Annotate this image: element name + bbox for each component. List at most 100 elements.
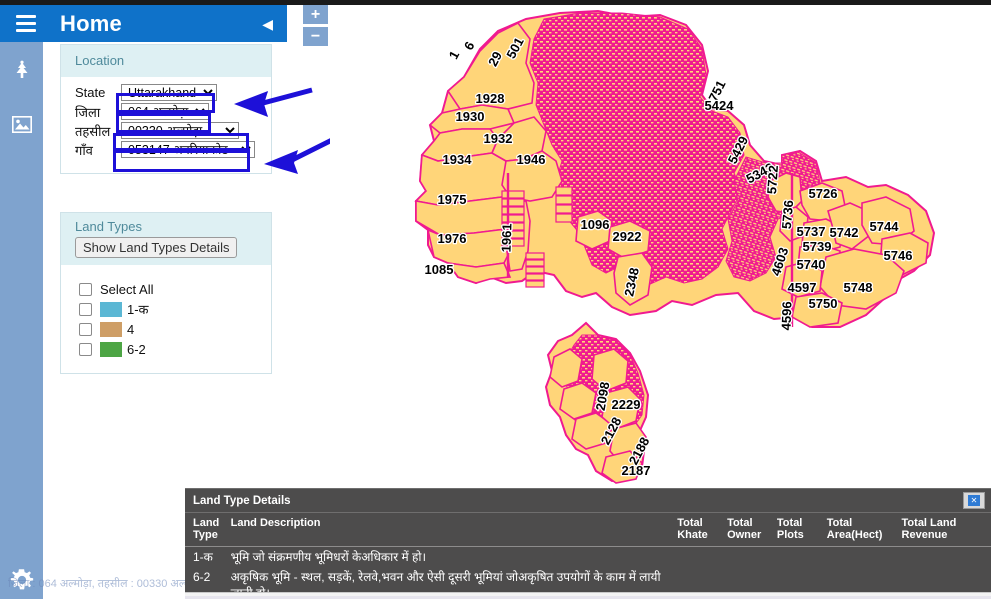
map-zoom-controls: + − <box>303 5 328 49</box>
land-types-panel-title: Land Types <box>75 219 142 234</box>
map-parcel-label: 2187 <box>622 463 651 478</box>
map-parcel-label: 5748 <box>844 280 873 295</box>
village-select[interactable]: 053147 अनरियाकोट <box>121 141 255 158</box>
map-parcel-label: 1 <box>446 48 463 61</box>
select-all-checkbox[interactable] <box>79 282 92 296</box>
map-parcel-label: 5737 <box>797 224 826 239</box>
map-parcel-label: 4597 <box>788 280 817 295</box>
map-parcel-label: 1930 <box>456 109 485 124</box>
map-parcel-label: 1961 <box>499 223 515 252</box>
table-row: 1-क भूमि जो संक्रमणीय भूमिधरों केअधिकार … <box>185 547 991 568</box>
col-land-type: Land Type <box>185 513 229 547</box>
map-parcel-label: 1085 <box>425 262 454 277</box>
district-select[interactable]: 064 अल्मोड़ा <box>121 103 209 120</box>
map-parcel-label: 4596 <box>779 301 795 330</box>
map-parcel-label: 5742 <box>830 225 859 240</box>
location-panel-title: Location <box>75 53 125 68</box>
cell-total-plots <box>775 547 825 568</box>
land-type-details-header: Land Type Details ✕ <box>185 489 991 513</box>
zoom-in-button[interactable]: + <box>303 5 328 24</box>
map-parcel-label: 1928 <box>476 91 505 106</box>
hamburger-icon[interactable] <box>8 15 44 32</box>
land-type-details-title: Land Type Details <box>193 494 291 507</box>
legend-swatch-4 <box>100 321 122 337</box>
tehsil-row: तहसील 00330 अल्मोड़ा <box>61 121 271 140</box>
chevron-left-icon[interactable]: ◀ <box>262 17 273 31</box>
legend-checkbox-1ka[interactable] <box>79 302 92 316</box>
map-parcel-label: 5424 <box>705 98 735 113</box>
cell-total-owner <box>725 547 775 568</box>
map-parcel-label: 5726 <box>809 186 838 201</box>
image-icon[interactable] <box>0 104 43 144</box>
zoom-out-button[interactable]: − <box>303 27 328 46</box>
tree-icon[interactable] <box>0 50 43 90</box>
land-types-legend-list: Select All 1-क 4 6-2 <box>61 265 271 373</box>
legend-swatch-62 <box>100 341 122 357</box>
land-type-details-table: Land Type Land Description Total Khate T… <box>185 513 991 599</box>
land-types-panel: Land Types Show Land Types Details Selec… <box>60 212 272 374</box>
map-svg: 16295011928193019321934 19461975196119761… <box>414 9 936 484</box>
legend-label-1ka: 1-क <box>127 302 149 317</box>
cell-total-area <box>825 547 900 568</box>
application-window: Home ◀ + − जिला: 064 अल्मोड़ा, तहसील: … <box>0 0 991 599</box>
col-total-land-revenue: Total Land Revenue <box>899 513 991 547</box>
map-parcel-label: 5722 <box>764 165 781 195</box>
map-parcel-label: 5750 <box>809 296 838 311</box>
district-label: जिला <box>75 104 101 120</box>
show-land-types-details-button[interactable]: Show Land Types Details <box>75 237 238 258</box>
legend-checkbox-62[interactable] <box>79 342 92 356</box>
map-parcel-label: 1976 <box>438 231 467 246</box>
state-row: State Uttarakhand <box>61 83 271 102</box>
map-parcel-label: 1975 <box>438 192 467 207</box>
map-parcel-label: 1946 <box>517 152 546 167</box>
legend-label-4: 4 <box>127 321 135 337</box>
cadastral-map[interactable]: 1 6 29 501 1928 1930 1932 1934 1946 1975 1961 1976 1… <box>330 5 991 494</box>
location-panel-header: Location <box>61 45 271 77</box>
map-parcel-label: 5740 <box>797 257 826 272</box>
page-title: Home <box>60 10 122 36</box>
map-parcel-label: 5736 <box>779 200 796 230</box>
table-header-row: Land Type Land Description Total Khate T… <box>185 513 991 547</box>
legend-item-62[interactable]: 6-2 <box>79 339 271 359</box>
map-parcel-label: 1096 <box>581 217 610 232</box>
col-total-plots: Total Plots <box>774 513 825 547</box>
map-parcel-label: 1932 <box>484 131 513 146</box>
land-types-panel-header: Land Types Show Land Types Details <box>61 213 271 265</box>
col-total-area: Total Area(Hect) <box>824 513 900 547</box>
col-total-khate: Total Khate <box>675 513 726 547</box>
status-ghost-text: जिला : 064 अल्मोड़ा, तहसील : 00330 अल्मो <box>8 578 194 590</box>
select-all-label: Select All <box>100 281 154 297</box>
left-icon-rail: जिला : 064 अल्मोड़ा, तहसील : 00330 अल्मो <box>0 42 193 599</box>
map-parcel-label: 2229 <box>612 397 641 412</box>
location-panel: Location State Uttarakhand जिला 064 अल्म… <box>60 44 272 174</box>
legend-label-62: 6-2 <box>127 341 146 357</box>
col-total-owner: Total Owner <box>725 513 775 547</box>
cell-total-land-revenue <box>900 547 991 568</box>
village-row: गाँव 053147 अनरियाकोट <box>61 140 271 159</box>
state-label: State <box>75 85 106 100</box>
legend-item-1ka[interactable]: 1-क <box>79 299 271 319</box>
location-panel-body: State Uttarakhand जिला 064 अल्मोड़ा तहसी… <box>61 77 271 173</box>
cell-land-description: भूमि जो संक्रमणीय भूमिधरों केअधिकार में … <box>230 550 427 564</box>
legend-item-select-all[interactable]: Select All <box>79 279 271 299</box>
map-parcel-label: 5739 <box>803 239 832 254</box>
map-parcel-label: 5744 <box>870 219 900 234</box>
legend-checkbox-4[interactable] <box>79 322 92 336</box>
land-type-details-panel: Land Type Details ✕ Land Type Land Descr… <box>185 488 991 599</box>
cell-total-khate <box>675 547 725 568</box>
state-select[interactable]: Uttarakhand <box>121 84 217 101</box>
app-header: Home ◀ <box>0 5 287 42</box>
village-label: गाँव <box>75 142 93 158</box>
district-row: जिला 064 अल्मोड़ा <box>61 102 271 121</box>
map-parcel-label: 1934 <box>443 152 473 167</box>
tehsil-select[interactable]: 00330 अल्मोड़ा <box>121 122 239 139</box>
cell-land-type: 1-क <box>193 550 213 564</box>
map-parcel-label: 6 <box>461 39 478 53</box>
close-icon[interactable]: ✕ <box>963 492 985 509</box>
tehsil-label: तहसील <box>75 123 111 139</box>
legend-swatch-1ka <box>100 301 122 317</box>
map-parcel-label: 2922 <box>613 229 642 244</box>
map-parcel-label: 5746 <box>884 248 913 263</box>
col-land-description: Land Description <box>228 513 676 547</box>
legend-item-4[interactable]: 4 <box>79 319 271 339</box>
